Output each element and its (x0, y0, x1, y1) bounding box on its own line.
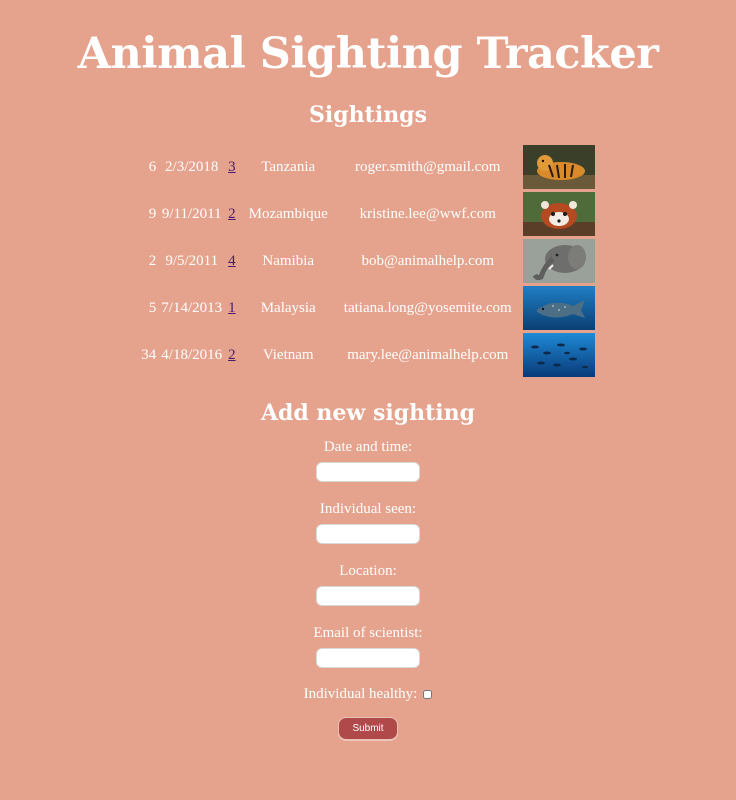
elephant-image (522, 239, 595, 283)
sighting-location: Namibia (262, 252, 315, 269)
sightings-heading: Sightings (309, 102, 427, 128)
sighting-id: 2 (148, 252, 157, 269)
scientist-email: roger.smith@gmail.com (355, 158, 501, 175)
individual-input[interactable] (316, 524, 420, 544)
healthy-checkbox[interactable] (423, 690, 433, 700)
individual-link[interactable]: 4 (228, 253, 236, 269)
individual-link[interactable]: 2 (228, 347, 236, 363)
location-field-group: Location: (0, 562, 736, 606)
add-sighting-heading: Add new sighting (260, 400, 476, 426)
healthy-label: Individual healthy: (303, 686, 418, 702)
submit-button[interactable]: Submit (338, 717, 398, 740)
table-row: 5 7/14/2013 1 Malaysia tatiana.long@yose… (138, 286, 597, 330)
table-row: 2 9/5/2011 4 Namibia bob@animalhelp.com (138, 239, 597, 283)
table-row: 6 2/3/2018 3 Tanzania roger.smith@gmail.… (138, 145, 597, 189)
individual-link[interactable]: 3 (228, 159, 236, 175)
location-label: Location: (339, 563, 397, 579)
individual-link[interactable]: 2 (228, 206, 236, 222)
date-field-group: Date and time: (0, 438, 736, 482)
email-field-group: Email of scientist: (0, 624, 736, 668)
sighting-location: Mozambique (248, 205, 328, 222)
table-row: 9 9/11/2011 2 Mozambique kristine.lee@ww… (138, 192, 597, 236)
sighting-id: 34 (141, 346, 157, 363)
scientist-email: mary.lee@animalhelp.com (347, 346, 509, 363)
tiger-image (522, 145, 595, 189)
sighting-id: 5 (148, 299, 157, 316)
sighting-id: 6 (148, 158, 157, 175)
email-input[interactable] (316, 648, 420, 668)
sighting-date: 9/5/2011 (165, 252, 219, 269)
individual-link[interactable]: 1 (228, 300, 236, 316)
whale-shark-image (522, 286, 595, 330)
sighting-location: Malaysia (260, 299, 316, 316)
add-sighting-form: Date and time: Individual seen: Location… (0, 438, 736, 740)
sighting-location: Tanzania (261, 158, 316, 175)
sighting-date: 4/18/2016 (161, 346, 223, 363)
date-input[interactable] (316, 462, 420, 482)
date-label: Date and time: (323, 439, 413, 455)
sighting-date: 7/14/2013 (161, 299, 223, 316)
sighting-date: 9/11/2011 (161, 205, 222, 222)
sighting-location: Vietnam (262, 346, 314, 363)
red-panda-image (522, 192, 595, 236)
scientist-email: tatiana.long@yosemite.com (343, 299, 512, 316)
page-title: Animal Sighting Tracker (77, 29, 659, 79)
table-row: 34 4/18/2016 2 Vietnam mary.lee@animalhe… (138, 333, 597, 377)
sighting-date: 2/3/2018 (165, 158, 219, 175)
individual-field-group: Individual seen: (0, 500, 736, 544)
scientist-email: kristine.lee@wwf.com (359, 205, 496, 222)
sightings-table: 6 2/3/2018 3 Tanzania roger.smith@gmail.… (136, 142, 599, 380)
healthy-row: Individual healthy: (0, 686, 736, 703)
individual-label: Individual seen: (319, 501, 417, 517)
sighting-id: 9 (148, 205, 157, 222)
email-label: Email of scientist: (313, 625, 423, 641)
fish-school-image (522, 333, 595, 377)
scientist-email: bob@animalhelp.com (361, 252, 495, 269)
location-input[interactable] (316, 586, 420, 606)
